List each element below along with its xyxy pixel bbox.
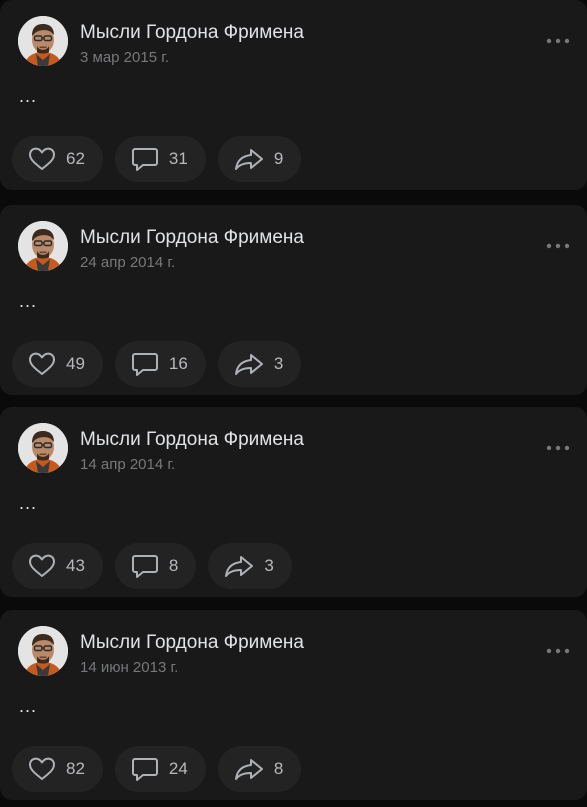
more-horizontal-icon [546, 648, 570, 654]
comment-button[interactable]: 24 [114, 746, 206, 792]
share-arrow-icon [234, 149, 263, 170]
post-actions: 62 31 9 [12, 136, 302, 182]
post-feed: Мысли Гордона Фримена 3 мар 2015 г. ... … [0, 0, 587, 807]
post-author-name[interactable]: Мысли Гордона Фримена [80, 227, 304, 249]
gordon-freeman-avatar-icon [18, 626, 68, 676]
share-count: 8 [273, 759, 284, 778]
heart-icon [29, 352, 55, 375]
share-arrow-icon [225, 556, 254, 577]
like-count: 43 [66, 556, 85, 575]
post-author-name[interactable]: Мысли Гордона Фримена [80, 429, 304, 451]
gordon-freeman-avatar-icon [18, 16, 68, 66]
post-card: Мысли Гордона Фримена 24 апр 2014 г. ...… [0, 205, 587, 395]
post-date[interactable]: 24 апр 2014 г. [80, 254, 175, 271]
share-button[interactable]: 3 [217, 341, 302, 387]
post-text: ... [19, 86, 38, 106]
post-card: Мысли Гордона Фримена 14 апр 2014 г. ...… [0, 407, 587, 597]
share-count: 9 [273, 149, 284, 168]
post-header: Мысли Гордона Фримена 3 мар 2015 г. [18, 16, 575, 68]
avatar[interactable] [18, 16, 68, 66]
post-card: Мысли Гордона Фримена 14 июн 2013 г. ...… [0, 610, 587, 800]
more-options-button[interactable] [545, 644, 571, 656]
more-options-button[interactable] [545, 34, 571, 46]
post-date[interactable]: 14 июн 2013 г. [80, 659, 178, 676]
share-count: 3 [264, 556, 274, 575]
share-count: 3 [273, 354, 284, 373]
more-options-button[interactable] [545, 239, 571, 251]
comment-bubble-icon [131, 758, 158, 781]
share-button[interactable]: 9 [217, 136, 302, 182]
post-card: Мысли Гордона Фримена 3 мар 2015 г. ... … [0, 0, 587, 190]
share-button[interactable]: 3 [208, 543, 292, 589]
comment-button[interactable]: 16 [114, 341, 206, 387]
more-options-button[interactable] [545, 441, 571, 453]
post-author-name[interactable]: Мысли Гордона Фримена [80, 22, 304, 44]
like-button[interactable]: 43 [12, 543, 103, 589]
post-actions: 82 24 8 [12, 746, 302, 792]
post-header: Мысли Гордона Фримена 24 апр 2014 г. [18, 221, 575, 273]
post-header: Мысли Гордона Фримена 14 апр 2014 г. [18, 423, 575, 475]
like-count: 62 [66, 149, 85, 168]
gordon-freeman-avatar-icon [18, 423, 68, 473]
heart-icon [29, 757, 55, 780]
share-arrow-icon [234, 354, 263, 375]
gordon-freeman-avatar-icon [18, 221, 68, 271]
comment-count: 16 [168, 354, 188, 373]
comment-bubble-icon [131, 148, 158, 171]
comment-bubble-icon [131, 555, 158, 578]
post-text: ... [19, 291, 38, 311]
post-date[interactable]: 3 мар 2015 г. [80, 49, 169, 66]
more-horizontal-icon [546, 445, 570, 451]
like-button[interactable]: 62 [12, 136, 103, 182]
more-horizontal-icon [546, 243, 570, 249]
post-text: ... [19, 493, 38, 513]
post-author-name[interactable]: Мысли Гордона Фримена [80, 632, 304, 654]
more-horizontal-icon [546, 38, 570, 44]
post-header: Мысли Гордона Фримена 14 июн 2013 г. [18, 626, 575, 678]
comment-count: 24 [168, 759, 188, 778]
like-count: 82 [66, 759, 85, 778]
comment-count: 8 [168, 556, 179, 575]
heart-icon [29, 554, 55, 577]
avatar[interactable] [18, 626, 68, 676]
post-actions: 49 16 3 [12, 341, 302, 387]
heart-icon [29, 147, 55, 170]
like-count: 49 [66, 354, 85, 373]
post-date[interactable]: 14 апр 2014 г. [80, 456, 175, 473]
avatar[interactable] [18, 423, 68, 473]
comment-button[interactable]: 31 [114, 136, 206, 182]
post-actions: 43 8 3 [12, 543, 292, 589]
like-button[interactable]: 82 [12, 746, 103, 792]
comment-button[interactable]: 8 [114, 543, 197, 589]
share-arrow-icon [234, 759, 263, 780]
share-button[interactable]: 8 [217, 746, 302, 792]
post-text: ... [19, 696, 38, 716]
comment-count: 31 [168, 149, 188, 168]
avatar[interactable] [18, 221, 68, 271]
like-button[interactable]: 49 [12, 341, 103, 387]
comment-bubble-icon [131, 353, 158, 376]
